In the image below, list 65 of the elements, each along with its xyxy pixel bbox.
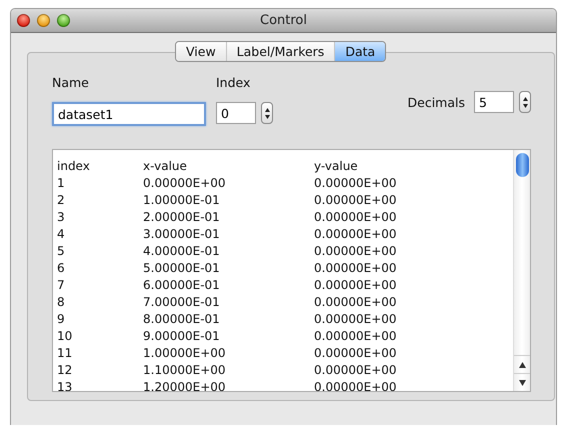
down-arrow-icon bbox=[264, 114, 270, 118]
table-cell-text: 4.00000E-01 bbox=[143, 243, 221, 260]
name-field[interactable]: dataset1 bbox=[52, 102, 206, 126]
table-cell-text: 7 bbox=[57, 277, 66, 294]
table-cell: 0.00000E+00 bbox=[314, 192, 397, 209]
column-header: y-value bbox=[314, 158, 358, 175]
table-cell-text: 0.00000E+00 bbox=[143, 175, 227, 192]
table-cell-text: 7.00000E-01 bbox=[143, 294, 221, 311]
table-cell-text: 1 bbox=[57, 175, 66, 192]
table-cell-text: 9 bbox=[57, 311, 66, 328]
table-cell-text: 3 bbox=[57, 209, 66, 226]
table-cell-text: 6.00000E-01 bbox=[143, 277, 221, 294]
table-cell: 0.00000E+00 bbox=[314, 362, 397, 379]
up-arrow-icon bbox=[522, 96, 528, 100]
scrollbar[interactable] bbox=[513, 150, 530, 391]
minimize-button[interactable] bbox=[37, 14, 50, 27]
scroll-thumb[interactable] bbox=[516, 153, 528, 177]
table-cell-text: 1.00000E-01 bbox=[143, 192, 221, 209]
table-cell: 0.00000E+00 bbox=[314, 243, 397, 260]
table-cell: 0.00000E+00 bbox=[314, 226, 397, 243]
table-cell-text: 13 bbox=[57, 379, 74, 391]
column-header: x-value bbox=[143, 158, 188, 175]
table-cell-text: 6 bbox=[57, 260, 66, 277]
column-header: index bbox=[57, 158, 91, 175]
table-cell-text: 3.00000E-01 bbox=[143, 226, 221, 243]
stepper[interactable] bbox=[519, 91, 531, 113]
table-cell-text: 11 bbox=[57, 345, 74, 362]
tab[interactable]: Data bbox=[335, 42, 386, 61]
tab[interactable]: Label/Markers bbox=[226, 42, 336, 61]
table-cell: 0.00000E+00 bbox=[314, 328, 397, 345]
field-label: Name bbox=[52, 75, 90, 90]
table-cell: 0.00000E+00 bbox=[314, 294, 397, 311]
close-button[interactable] bbox=[17, 14, 30, 27]
table-cell: 0.00000E+00 bbox=[314, 260, 397, 277]
table-cell-text: 10 bbox=[57, 328, 74, 345]
table-cell: 0.00000E+00 bbox=[314, 209, 397, 226]
table-cell: 0.00000E+00 bbox=[314, 311, 397, 328]
table-cell-text: 2 bbox=[57, 192, 66, 209]
table-cell-text: 1.00000E+00 bbox=[143, 345, 227, 362]
stepper[interactable] bbox=[261, 102, 273, 124]
table-cell-text: 5 bbox=[57, 243, 66, 260]
table-cell: 0.00000E+00 bbox=[314, 379, 397, 391]
index-field[interactable]: 0 bbox=[216, 102, 256, 124]
field-label: Decimals bbox=[408, 94, 465, 110]
decimals-field[interactable]: 5 bbox=[474, 91, 514, 113]
window-title: Control bbox=[260, 13, 307, 28]
table-cell-text: 8.00000E-01 bbox=[143, 311, 221, 328]
table-cell-text: 1.10000E+00 bbox=[143, 362, 227, 379]
table-cell-text: 2.00000E-01 bbox=[143, 209, 221, 226]
tab[interactable]: View bbox=[176, 42, 227, 61]
field-label: Index bbox=[216, 75, 252, 90]
table-cell: 0.00000E+00 bbox=[314, 345, 397, 362]
table-cell-text: 1.20000E+00 bbox=[143, 379, 227, 391]
table-cell-text: 8 bbox=[57, 294, 66, 311]
table-cell-text: 9.00000E-01 bbox=[143, 328, 221, 345]
table-cell-text: 4 bbox=[57, 226, 66, 243]
up-arrow-icon bbox=[518, 362, 526, 368]
table-cell: 0.00000E+00 bbox=[314, 277, 397, 294]
table-cell-text: 12 bbox=[57, 362, 74, 379]
down-arrow-icon bbox=[518, 380, 526, 386]
table-cell: 0.00000E+00 bbox=[314, 175, 397, 192]
table-cell-text: 5.00000E-01 bbox=[143, 260, 221, 277]
zoom-button[interactable] bbox=[57, 14, 70, 27]
up-arrow-icon bbox=[264, 108, 270, 112]
down-arrow-icon bbox=[522, 104, 528, 108]
